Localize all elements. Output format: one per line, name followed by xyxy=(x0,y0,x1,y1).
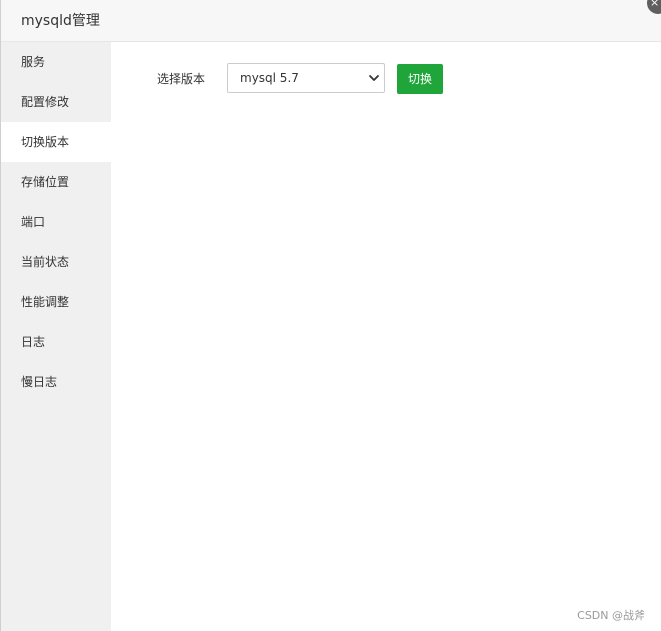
sidebar: 服务 配置修改 切换版本 存储位置 端口 当前状态 性能调整 日志 慢日志 xyxy=(1,42,111,631)
close-icon: × xyxy=(650,0,660,9)
version-select-label: 选择版本 xyxy=(157,72,206,86)
version-select-value: mysql 5.7 xyxy=(240,71,299,85)
sidebar-item-switch-version[interactable]: 切换版本 xyxy=(1,122,111,162)
sidebar-item-storage-location[interactable]: 存储位置 xyxy=(1,162,111,202)
window-title: mysqld管理 xyxy=(21,13,100,29)
sidebar-item-service[interactable]: 服务 xyxy=(1,42,111,82)
version-select[interactable]: mysql 5.7 xyxy=(227,63,385,93)
sidebar-item-config-edit[interactable]: 配置修改 xyxy=(1,82,111,122)
sidebar-item-log[interactable]: 日志 xyxy=(1,322,111,362)
sidebar-item-performance-tuning[interactable]: 性能调整 xyxy=(1,282,111,322)
switch-version-button[interactable]: 切换 xyxy=(397,64,443,94)
main-panel: 选择版本 mysql 5.7 切换 xyxy=(111,42,661,631)
mysqld-manager-window: mysqld管理 × 服务 配置修改 切换版本 存储位置 端口 当前状态 性能调… xyxy=(0,0,661,631)
sidebar-item-current-status[interactable]: 当前状态 xyxy=(1,242,111,282)
window-titlebar: mysqld管理 xyxy=(1,0,661,42)
watermark: CSDN @战斧 xyxy=(577,609,645,622)
chevron-down-icon xyxy=(369,75,379,81)
sidebar-item-slow-log[interactable]: 慢日志 xyxy=(1,362,111,402)
sidebar-item-port[interactable]: 端口 xyxy=(1,202,111,242)
